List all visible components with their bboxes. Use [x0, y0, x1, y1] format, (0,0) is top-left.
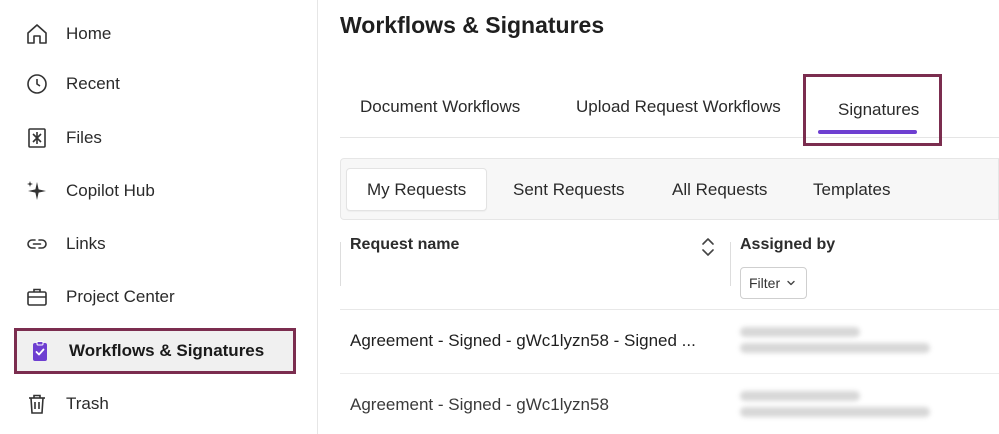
sidebar-item-label: Workflows & Signatures — [69, 341, 265, 360]
page-title: Workflows & Signatures — [340, 12, 605, 38]
active-tab-indicator — [818, 130, 918, 134]
assigned-by-redacted — [740, 321, 980, 353]
column-divider — [730, 242, 731, 286]
subtab-sent-requests[interactable]: Sent Requests — [493, 168, 645, 211]
sidebar-item-home[interactable]: Home — [14, 11, 296, 57]
request-name[interactable]: Agreement - Signed - gWc1lyzn58 — [350, 395, 609, 415]
sidebar-item-label: Links — [66, 234, 106, 253]
sort-icon[interactable] — [700, 236, 716, 258]
column-divider — [340, 242, 341, 286]
sidebar-item-links[interactable]: Links — [14, 221, 296, 267]
assigned-by-filter-button[interactable]: Filter — [740, 267, 807, 299]
request-name[interactable]: Agreement - Signed - gWc1lyzn58 - Signed… — [350, 331, 696, 351]
sidebar-item-recent[interactable]: Recent — [14, 61, 296, 107]
clock-icon — [24, 71, 50, 97]
sidebar-item-label: Home — [66, 24, 112, 43]
files-icon — [24, 125, 50, 151]
link-icon — [24, 231, 50, 257]
sidebar-item-label: Project Center — [66, 287, 175, 306]
main-content: Workflows & Signatures Document Workflow… — [319, 0, 999, 434]
column-header-assigned-by[interactable]: Assigned by — [740, 236, 835, 254]
table-header: Request name Assigned by Filter — [340, 222, 999, 310]
sidebar-item-label: Trash — [66, 394, 109, 413]
sidebar-item-trash[interactable]: Trash — [14, 381, 296, 427]
sidebar-item-label: Files — [66, 128, 102, 147]
tab-signatures[interactable]: Signatures — [803, 74, 943, 146]
trash-icon — [24, 391, 50, 417]
subtab-my-requests[interactable]: My Requests — [346, 168, 488, 211]
tab-document-workflows[interactable]: Document Workflows — [360, 78, 520, 136]
chevron-down-icon — [787, 280, 795, 286]
subtab-all-requests[interactable]: All Requests — [652, 168, 787, 211]
table-row[interactable]: Agreement - Signed - gWc1lyzn58 — [340, 375, 999, 434]
tab-upload-request-workflows[interactable]: Upload Request Workflows — [576, 78, 781, 136]
briefcase-icon — [24, 284, 50, 310]
column-header-request-name[interactable]: Request name — [350, 236, 459, 254]
table-row[interactable]: Agreement - Signed - gWc1lyzn58 - Signed… — [340, 311, 999, 374]
request-subtabs: My Requests Sent Requests All Requests T… — [340, 158, 999, 220]
sidebar-item-label: Recent — [66, 74, 120, 93]
sidebar-item-label: Copilot Hub — [66, 181, 155, 200]
sidebar: Home Recent Files Copilot Hub Links Proj… — [0, 0, 318, 434]
tab-label: Signatures — [838, 100, 920, 119]
home-icon — [24, 21, 50, 47]
workflow-tabs: Document Workflows Upload Request Workfl… — [340, 74, 999, 146]
sidebar-item-workflows-signatures[interactable]: Workflows & Signatures — [14, 328, 296, 374]
sidebar-item-files[interactable]: Files — [14, 115, 296, 161]
subtab-templates[interactable]: Templates — [793, 168, 910, 211]
sparkle-icon — [24, 178, 50, 204]
sidebar-item-copilot-hub[interactable]: Copilot Hub — [14, 168, 296, 214]
clipboard-check-icon — [27, 338, 53, 364]
filter-label: Filter — [749, 275, 781, 291]
sidebar-item-project-center[interactable]: Project Center — [14, 274, 296, 320]
assigned-by-redacted — [740, 385, 980, 417]
